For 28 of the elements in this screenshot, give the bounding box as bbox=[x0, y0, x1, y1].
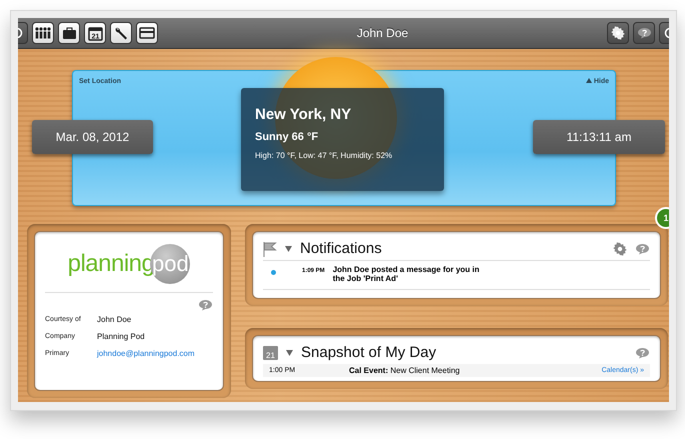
settings-icon[interactable] bbox=[611, 26, 625, 40]
date-display: Mar. 08, 2012 bbox=[32, 120, 153, 154]
briefcase-icon[interactable] bbox=[58, 22, 80, 44]
help-icon[interactable] bbox=[636, 27, 652, 39]
event-title: Cal Event: New Client Meeting bbox=[349, 366, 460, 375]
time-display: 11:13:11 am bbox=[533, 120, 665, 154]
wrench-icon[interactable] bbox=[110, 22, 132, 44]
email-link[interactable]: johndoe@planningpod.com bbox=[97, 349, 213, 358]
weather-details: High: 70 °F, Low: 47 °F, Humidity: 52% bbox=[255, 151, 394, 160]
caret-icon[interactable] bbox=[285, 246, 292, 252]
user-name: John Doe bbox=[356, 26, 408, 40]
settings-button[interactable] bbox=[607, 22, 629, 44]
weather-condition: Sunny 66 °F bbox=[255, 131, 320, 143]
card-icon[interactable] bbox=[136, 22, 158, 44]
triangle-icon bbox=[586, 78, 592, 83]
calendar-icon: 21 bbox=[263, 345, 278, 360]
people-icon[interactable] bbox=[32, 22, 54, 44]
info-value: Planning Pod bbox=[97, 332, 146, 341]
count-badge: 1 bbox=[655, 207, 669, 229]
info-value: John Doe bbox=[97, 315, 132, 324]
help-button[interactable] bbox=[633, 22, 655, 44]
section-title: Notifications bbox=[300, 240, 383, 257]
caret-icon[interactable] bbox=[286, 350, 293, 356]
city-name: New York, NY bbox=[255, 106, 352, 123]
section-title: Snapshot of My Day bbox=[301, 344, 438, 361]
settings-icon[interactable] bbox=[613, 242, 627, 256]
flag-icon bbox=[263, 240, 277, 256]
notification-message[interactable]: John Doe posted a message for you in the Job 'Print Ad' bbox=[332, 265, 493, 283]
